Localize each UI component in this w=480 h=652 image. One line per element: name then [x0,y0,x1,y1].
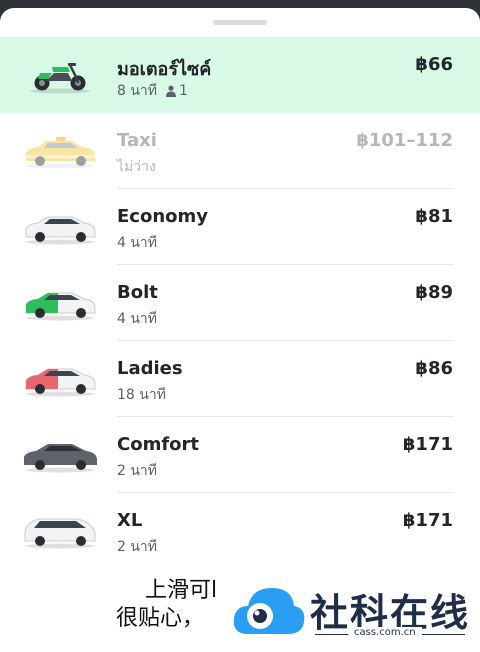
ride-option-name: Taxi [117,130,157,151]
ride-option-price: ฿86 [415,358,453,379]
ride-option-bolt[interactable]: Bolt 4 นาที ฿89 [0,265,480,341]
ride-option-price: ฿81 [415,206,453,227]
ride-option-eta: 2 นาที [117,460,157,482]
eta-text: 2 นาที [117,463,158,479]
minivan-icon [24,518,96,549]
ride-option-eta: 4 นาที [117,308,157,330]
grey-sedan-icon [24,444,97,473]
ride-option-price: ฿66 [415,54,453,75]
ride-option-ladies[interactable]: Ladies 18 นาที ฿86 [0,341,480,417]
ride-option-name: Comfort [117,434,200,455]
ride-option-price: ฿171 [402,434,453,455]
ride-option-name: Ladies [117,358,183,379]
ride-option-comfort[interactable]: Comfort 2 นาที ฿171 [0,417,480,493]
ride-option-eta: ไม่ว่าง [117,156,156,178]
ride-option-name: Economy [117,206,209,227]
ride-option-price: ฿89 [415,282,453,303]
ride-option-taxi[interactable]: Taxi ไม่ว่าง ฿101–112 [0,113,480,189]
drag-handle[interactable] [213,20,267,25]
eta-text: 18 นาที [117,387,166,403]
eta-text: 4 นาที [117,311,158,327]
watermark-domain: cass.com.cn [348,627,422,638]
ride-option-name: มอเตอร์ไซค์ [117,59,212,80]
eta-text: 4 นาที [117,235,158,251]
motorbike-icon [30,63,90,94]
eta-text: 8 นาที [117,83,158,99]
ride-option-motorbike[interactable]: มอเตอร์ไซค์ 8 นาที 1 ฿66 [0,37,480,113]
ride-option-price: ฿101–112 [356,130,453,151]
ladies-pink-car-icon [25,368,96,397]
seat-count: 1 [165,83,188,99]
caption-overlay: 上滑可l 很贴心， 社科在线 cass.com.cn [110,566,480,652]
bolt-green-car-icon [25,292,96,321]
ride-option-eta: 8 นาที 1 [117,80,188,102]
ride-option-economy[interactable]: Economy 4 นาที ฿81 [0,189,480,265]
caption-line-2: 很贴心， [116,606,205,631]
taxi-icon [26,137,95,169]
ride-options-sheet: มอเตอร์ไซค์ 8 นาที 1 ฿66 Taxi ไม่ว่าง ฿1… [0,8,480,652]
ride-option-eta: 18 นาที [117,384,166,406]
ride-option-price: ฿171 [402,510,453,531]
ride-option-xl[interactable]: XL 2 นาที ฿171 [0,493,480,569]
eta-text: 2 นาที [117,539,158,555]
white-sedan-icon [25,216,96,245]
ride-option-name: XL [117,510,143,531]
person-icon [166,85,177,97]
ride-option-eta: 2 นาที [117,536,157,558]
seat-count-value: 1 [179,83,188,99]
ride-option-name: Bolt [117,282,158,303]
eta-text: ไม่ว่าง [117,159,156,175]
ride-option-eta: 4 นาที [117,232,157,254]
ride-options-list: มอเตอร์ไซค์ 8 นาที 1 ฿66 Taxi ไม่ว่าง ฿1… [0,37,480,569]
watermark-cloud-logo [233,588,305,634]
